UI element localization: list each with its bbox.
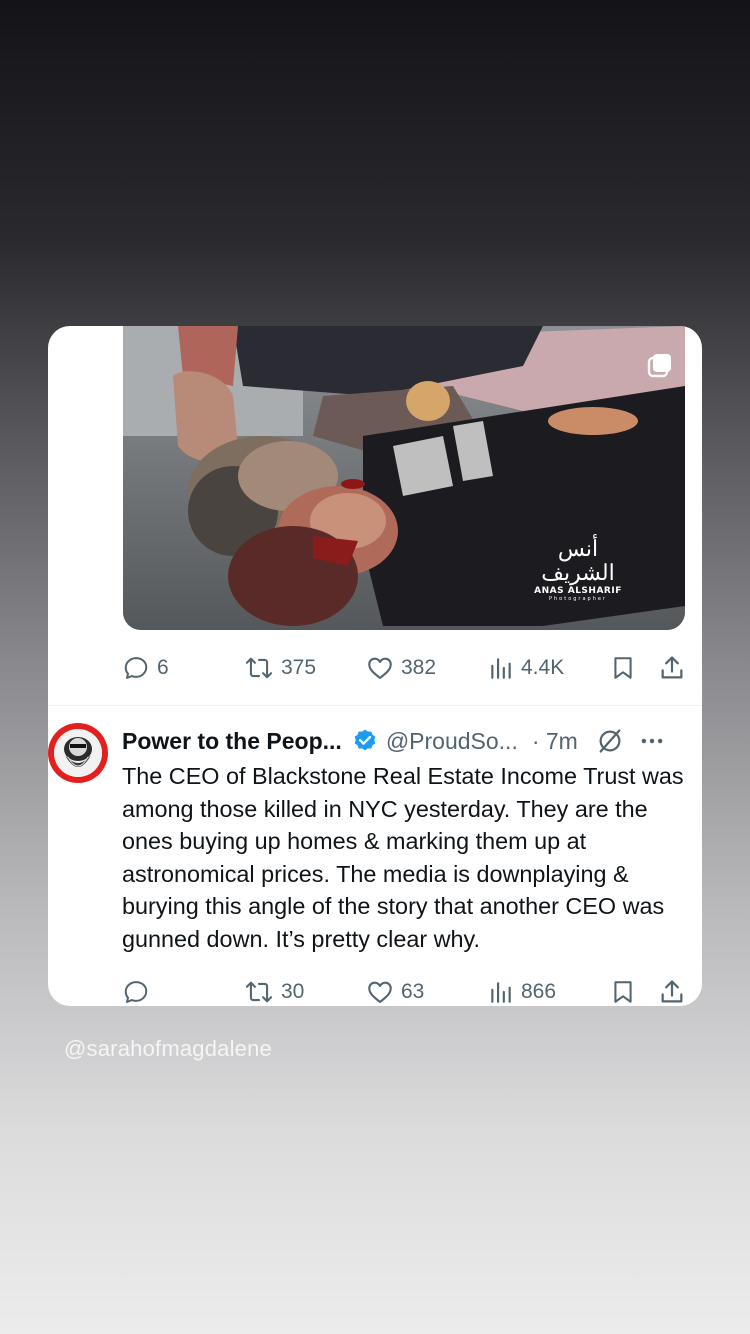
reply-button[interactable]: 6	[122, 648, 169, 688]
bearded-man-portrait-icon	[54, 729, 102, 777]
repost-button[interactable]: 375	[244, 648, 316, 688]
like-button[interactable]: 63	[366, 972, 424, 1006]
screenshot-card: أنس الشريف ANAS ALSHARIF Photographer 6 …	[48, 326, 702, 1006]
reply-count: 6	[157, 656, 169, 679]
post-divider	[48, 705, 702, 706]
repost-count: 375	[281, 656, 317, 679]
like-count: 63	[401, 980, 425, 1003]
views-chart-icon	[491, 658, 511, 679]
repost-icon	[245, 981, 273, 1003]
second-post-action-bar: 30 63 866	[122, 972, 688, 1006]
repost-icon	[245, 657, 273, 679]
views-count: 866	[521, 980, 557, 1003]
repost-count: 30	[281, 980, 305, 1003]
watermark-name: ANAS ALSHARIF	[534, 586, 622, 596]
verified-badge-icon	[352, 728, 378, 754]
bookmark-button[interactable]	[610, 648, 636, 688]
reply-icon	[124, 981, 148, 1003]
avatar[interactable]	[48, 723, 108, 783]
watermark-subtitle: Photographer	[548, 596, 608, 602]
post-time[interactable]: · 7m	[532, 728, 578, 755]
views-count: 4.4K	[521, 656, 565, 679]
bookmark-icon	[614, 657, 632, 679]
like-count: 382	[401, 656, 437, 679]
reply-button[interactable]	[122, 972, 157, 1006]
views-button[interactable]: 866	[488, 972, 556, 1006]
heart-icon	[368, 657, 392, 679]
post-text: The CEO of Blackstone Real Estate Income…	[122, 763, 684, 952]
photographer-watermark: أنس الشريف ANAS ALSHARIF Photographer	[523, 537, 633, 603]
avatar-portrait	[54, 729, 102, 777]
copy-icon[interactable]	[645, 350, 675, 380]
heart-icon	[368, 981, 392, 1003]
second-post-header: Power to the Peop... @ProudSo... · 7m	[122, 724, 688, 758]
views-button[interactable]: 4.4K	[488, 648, 564, 688]
share-button[interactable]	[658, 972, 686, 1006]
grok-icon[interactable]	[596, 727, 624, 755]
share-icon	[661, 980, 683, 1003]
post-media-image[interactable]: أنس الشريف ANAS ALSHARIF Photographer	[123, 326, 685, 630]
user-handle[interactable]: @ProudSo...	[386, 728, 518, 755]
more-options-icon[interactable]	[638, 727, 666, 755]
views-chart-icon	[491, 982, 511, 1003]
display-name[interactable]: Power to the Peop...	[122, 728, 342, 755]
bookmark-icon	[614, 981, 632, 1003]
bookmark-button[interactable]	[610, 972, 636, 1006]
like-button[interactable]: 382	[366, 648, 436, 688]
repost-button[interactable]: 30	[244, 972, 304, 1006]
first-post-action-bar: 6 375 382 4.4K	[122, 648, 688, 688]
story-username-sticker[interactable]: @sarahofmagdalene	[64, 1036, 272, 1062]
share-button[interactable]	[658, 648, 686, 688]
watermark-arabic: أنس الشريف	[541, 537, 615, 586]
share-icon	[661, 656, 683, 679]
reply-icon	[124, 657, 148, 679]
